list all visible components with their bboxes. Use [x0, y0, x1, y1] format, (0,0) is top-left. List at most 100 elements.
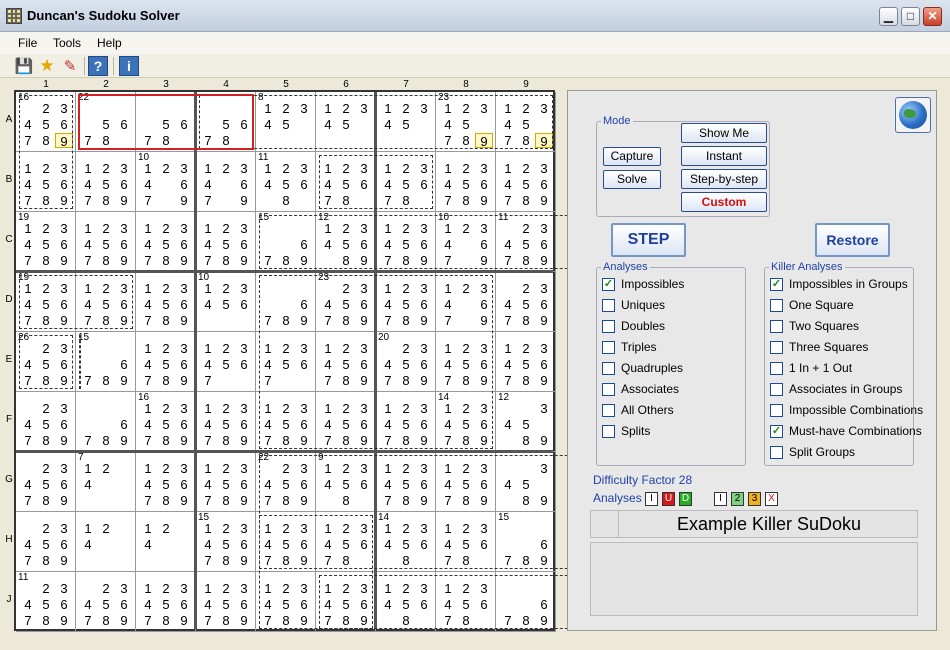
solve-button[interactable]: Solve — [603, 170, 661, 189]
cell-F6[interactable]: 123 456 789 — [316, 392, 376, 452]
cell-A6[interactable]: 123 45 — [316, 92, 376, 152]
killer-option-split-groups[interactable]: Split Groups — [770, 445, 855, 459]
cell-D2[interactable]: 123 456 789 — [76, 272, 136, 332]
cell-C3[interactable]: 123 456 789 — [136, 212, 196, 272]
cell-E7[interactable]: 20 2 3 4 5 6 7 8 9 — [376, 332, 436, 392]
cell-A2[interactable]: 22 5 6 7 8 — [76, 92, 136, 152]
cell-J5[interactable]: 123 456 789 — [256, 572, 316, 632]
checkbox-icon[interactable] — [602, 298, 615, 312]
checkbox-icon[interactable] — [770, 298, 783, 312]
checkbox-icon[interactable]: ✓ — [770, 424, 783, 438]
close-button[interactable]: ✕ — [923, 7, 942, 26]
cell-E5[interactable]: 123 456 7 — [256, 332, 316, 392]
menu-tools[interactable]: Tools — [53, 36, 81, 50]
analyses-option-triples[interactable]: Triples — [602, 340, 657, 354]
cell-D6[interactable]: 23 2 3 4 5 6 7 8 9 — [316, 272, 376, 332]
checkbox-icon[interactable] — [770, 403, 783, 417]
cell-C7[interactable]: 123 456 789 — [376, 212, 436, 272]
cell-H7[interactable]: 14 1 2 3 4 5 6 8 — [376, 512, 436, 572]
step-button[interactable]: STEP — [611, 223, 686, 257]
restore-button[interactable]: Restore — [815, 223, 890, 257]
cell-E8[interactable]: 123 456 789 — [436, 332, 496, 392]
cell-F4[interactable]: 123 456 789 — [196, 392, 256, 452]
analyses-option-quadruples[interactable]: Quadruples — [602, 361, 683, 375]
cell-E6[interactable]: 123 456 789 — [316, 332, 376, 392]
cell-F5[interactable]: 123 456 789 — [256, 392, 316, 452]
cell-A1[interactable]: 16 2 3 4 5 6 7 8 9 — [16, 92, 76, 152]
capture-button[interactable]: Capture — [603, 147, 661, 166]
cell-C4[interactable]: 123 456 789 — [196, 212, 256, 272]
checkbox-icon[interactable] — [770, 319, 783, 333]
cell-D3[interactable]: 123 456 789 — [136, 272, 196, 332]
cell-J9[interactable]: 6 789 — [496, 572, 556, 632]
cell-F2[interactable]: 6 789 — [76, 392, 136, 452]
analyses-option-doubles[interactable]: Doubles — [602, 319, 665, 333]
cell-B1[interactable]: 123 456 789 — [16, 152, 76, 212]
cell-G5[interactable]: 22 2 3 4 5 6 7 8 9 — [256, 452, 316, 512]
analyses-option-all-others[interactable]: All Others — [602, 403, 674, 417]
help-icon[interactable]: ? — [88, 56, 108, 76]
cell-A5[interactable]: 812345 — [256, 92, 316, 152]
info-icon[interactable]: i — [119, 56, 139, 76]
checkbox-icon[interactable] — [602, 403, 615, 417]
cell-C8[interactable]: 10 1 2 3 4 6 7 9 — [436, 212, 496, 272]
cell-F1[interactable]: 23 456 789 — [16, 392, 76, 452]
cell-E4[interactable]: 123 456 7 — [196, 332, 256, 392]
cell-D7[interactable]: 123 456 789 — [376, 272, 436, 332]
cell-E3[interactable]: 123 456 789 — [136, 332, 196, 392]
sudoku-board[interactable]: 16 2 3 4 5 6 7 8 9 22 5 6 7 8 5 6 7 8 5 6 7 8 8 1 2 3 4 5 1 2 3 4 5 1 2 3 4 5… — [14, 90, 673, 632]
cell-J4[interactable]: 123 456 789 — [196, 572, 256, 632]
minimize-button[interactable]: ▁ — [879, 7, 898, 26]
cell-F7[interactable]: 123 456 789 — [376, 392, 436, 452]
checkbox-icon[interactable] — [602, 382, 615, 396]
killer-option-impossibles-in-groups[interactable]: ✓ Impossibles in Groups — [770, 277, 908, 291]
killer-option-one-square[interactable]: One Square — [770, 298, 854, 312]
analyses-option-associates[interactable]: Associates — [602, 382, 679, 396]
cell-B6[interactable]: 123 456 78 — [316, 152, 376, 212]
cell-F8[interactable]: 14 1 2 3 4 5 6 7 8 9 — [436, 392, 496, 452]
cell-D8[interactable]: 123 4 6 7 9 — [436, 272, 496, 332]
cell-E2[interactable]: 15 6 7 8 9 — [76, 332, 136, 392]
globe-button[interactable] — [895, 97, 931, 133]
cell-G3[interactable]: 123 456 789 — [136, 452, 196, 512]
step-by-step-button[interactable]: Step-by-step — [681, 169, 767, 189]
menu-file[interactable]: File — [18, 36, 37, 50]
checkbox-icon[interactable] — [602, 424, 615, 438]
cell-H6[interactable]: 123 456 78 — [316, 512, 376, 572]
cell-C2[interactable]: 123 456 789 — [76, 212, 136, 272]
cell-A9[interactable]: 123 45789 — [496, 92, 556, 152]
killer-option-must-have-combinations[interactable]: ✓ Must-have Combinations — [770, 424, 922, 438]
cell-B2[interactable]: 123 456 789 — [76, 152, 136, 212]
cell-G7[interactable]: 123 456 789 — [376, 452, 436, 512]
cell-C9[interactable]: 11 2 3 4 5 6 7 8 9 — [496, 212, 556, 272]
checkbox-icon[interactable]: ✓ — [602, 277, 615, 291]
cell-H2[interactable]: 124 — [76, 512, 136, 572]
cell-A8[interactable]: 23 1 2 3 4 5 7 8 9 — [436, 92, 496, 152]
cell-J6[interactable]: 123 456 789 — [316, 572, 376, 632]
checkbox-icon[interactable] — [770, 382, 783, 396]
killer-option-two-squares[interactable]: Two Squares — [770, 319, 859, 333]
cell-F9[interactable]: 12 3 4 5 8 9 — [496, 392, 556, 452]
star-icon[interactable]: ★ — [37, 56, 57, 76]
cell-D1[interactable]: 19 1 2 3 4 5 6 7 8 9 — [16, 272, 76, 332]
cell-B8[interactable]: 123 456 789 — [436, 152, 496, 212]
killer-option-three-squares[interactable]: Three Squares — [770, 340, 868, 354]
cell-B3[interactable]: 10 1 2 3 4 6 7 9 — [136, 152, 196, 212]
checkbox-icon[interactable] — [602, 319, 615, 333]
checkbox-icon[interactable] — [770, 445, 783, 459]
cell-G6[interactable]: 91234568 — [316, 452, 376, 512]
cell-C5[interactable]: 15 6 7 8 9 — [256, 212, 316, 272]
cell-C6[interactable]: 12 1 2 3 4 5 6 8 9 — [316, 212, 376, 272]
cell-H9[interactable]: 15 6 7 8 9 — [496, 512, 556, 572]
checkbox-icon[interactable] — [770, 340, 783, 354]
maximize-button[interactable]: □ — [901, 7, 920, 26]
cell-A7[interactable]: 123 45 — [376, 92, 436, 152]
analyses-option-impossibles[interactable]: ✓ Impossibles — [602, 277, 684, 291]
cell-B5[interactable]: 11 1 2 3 4 5 6 8 — [256, 152, 316, 212]
cell-E9[interactable]: 123 456 789 — [496, 332, 556, 392]
checkbox-icon[interactable] — [602, 340, 615, 354]
cell-J7[interactable]: 123 4568 — [376, 572, 436, 632]
cell-A3[interactable]: 56 78 — [136, 92, 196, 152]
cell-F3[interactable]: 16 1 2 3 4 5 6 7 8 9 — [136, 392, 196, 452]
cell-H8[interactable]: 123 456 78 — [436, 512, 496, 572]
